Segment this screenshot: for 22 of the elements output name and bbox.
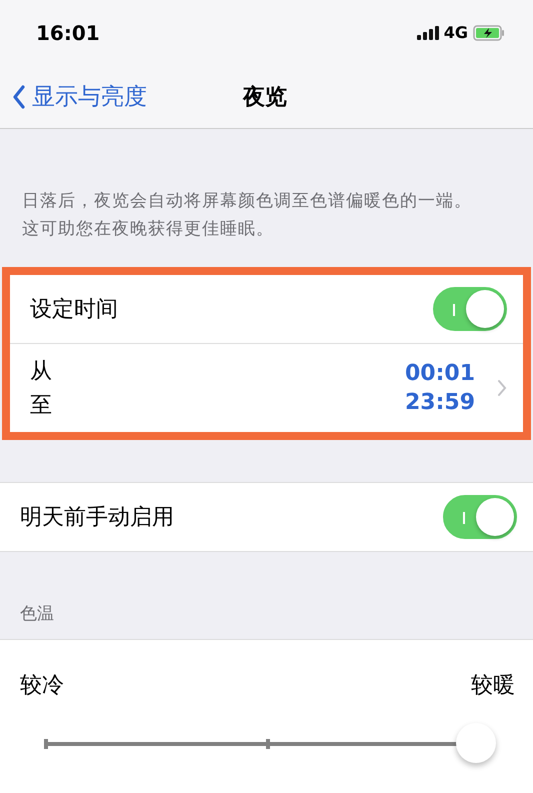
battery-charging-icon <box>473 24 505 40</box>
time-range-row[interactable]: 从 至 00:01 23:59 <box>10 343 523 432</box>
from-time: 00:01 <box>404 361 475 386</box>
setting-label: 明天前手动启用 <box>20 504 174 532</box>
from-label: 从 <box>30 358 52 386</box>
back-chevron-icon <box>12 84 26 108</box>
to-label: 至 <box>30 392 52 420</box>
network-label: 4G <box>444 23 468 42</box>
setting-label: 设定时间 <box>30 296 118 324</box>
status-time: 16:01 <box>36 20 100 44</box>
section-header: 色温 <box>19 603 55 626</box>
warm-label: 较暖 <box>471 672 515 700</box>
description-text: 日落后，夜览会自动将屏幕颜色调至色谱偏暖色的一端。这可助您在夜晚获得更佳睡眠。 <box>21 190 473 241</box>
to-time: 23:59 <box>404 390 475 415</box>
toggle-switch[interactable] <box>443 495 517 539</box>
slider-thumb[interactable] <box>456 723 496 763</box>
chevron-icon <box>497 379 507 397</box>
back-button[interactable]: 显示与亮度 <box>0 81 147 112</box>
toggle-switch[interactable] <box>433 287 507 331</box>
page-title: 夜览 <box>243 84 287 112</box>
cool-label: 较冷 <box>20 672 64 700</box>
signal-icon <box>416 26 439 40</box>
